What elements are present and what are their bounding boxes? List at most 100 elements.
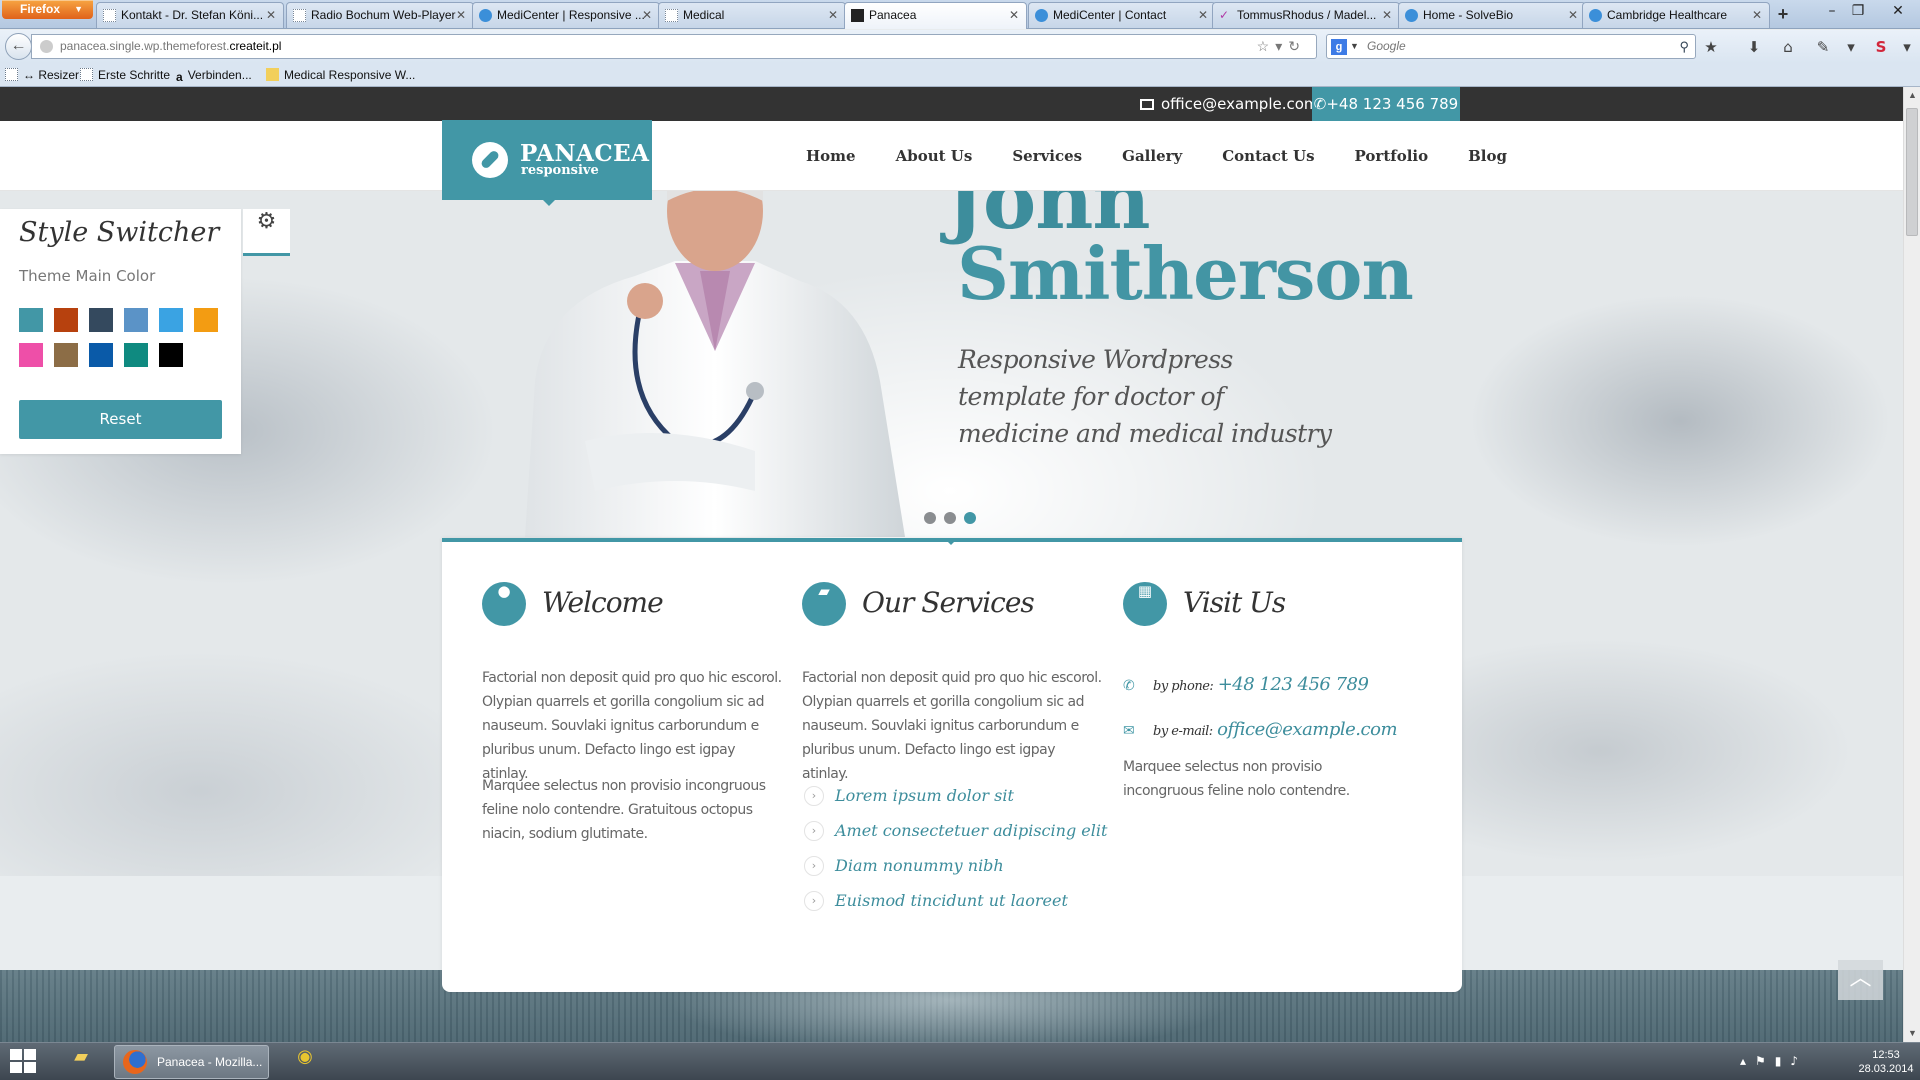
list-item[interactable]: › Amet consectetuer adipiscing elit <box>802 821 1107 856</box>
firefox-menu-button[interactable]: Firefox ▼ <box>2 0 93 19</box>
back-to-top-button[interactable]: ︿ <box>1838 960 1883 1000</box>
scroll-thumb[interactable] <box>1906 108 1918 236</box>
restore-icon[interactable]: ❐ <box>1845 2 1871 22</box>
color-swatch[interactable] <box>124 308 148 332</box>
close-icon[interactable]: ✕ <box>1382 3 1392 28</box>
new-tab-button[interactable]: + <box>1771 3 1795 27</box>
phone-link[interactable]: +48 123 456 789 <box>1218 674 1369 695</box>
slider-dot[interactable] <box>964 512 976 524</box>
browser-tab[interactable]: MediCenter | Responsive ... ✕ <box>472 2 660 28</box>
back-arrow-icon[interactable]: ← <box>5 33 32 60</box>
slider-dot[interactable] <box>944 512 956 524</box>
google-icon[interactable]: g <box>1331 39 1347 55</box>
browser-tab-active[interactable]: Panacea ✕ <box>844 2 1027 29</box>
close-icon[interactable]: ✕ <box>266 3 276 28</box>
list-item[interactable]: › Lorem ipsum dolor sit <box>802 786 1107 821</box>
url-bar[interactable]: panacea.single.wp.themeforest.createit.p… <box>31 34 1317 59</box>
search-icon[interactable]: ⚲ <box>1679 35 1689 58</box>
color-swatch[interactable] <box>54 343 78 367</box>
topbar-phone[interactable]: ✆+48 123 456 789 <box>1312 87 1460 121</box>
color-swatch[interactable] <box>159 343 183 367</box>
window-close-icon[interactable]: ✕ <box>1885 2 1911 22</box>
browser-tab[interactable]: Cambridge Healthcare ✕ <box>1582 2 1770 28</box>
services-list: › Lorem ipsum dolor sit › Amet consectetue… <box>802 786 1107 926</box>
clock-time: 12:53 <box>1872 1049 1900 1061</box>
list-item[interactable]: › Euismod tincidunt ut laoreet <box>802 891 1107 926</box>
page-icon <box>80 68 93 81</box>
close-icon[interactable]: ✕ <box>828 3 838 28</box>
browser-tab[interactable]: Home - SolveBio ✕ <box>1398 2 1586 28</box>
browser-tab[interactable]: MediCenter | Contact ✕ <box>1028 2 1216 28</box>
slider-dot[interactable] <box>924 512 936 524</box>
page-scrollbar[interactable]: ▲ ▼ <box>1903 87 1920 1042</box>
reload-icon[interactable]: ↻ <box>1288 38 1306 54</box>
chrome-icon[interactable]: ◉ <box>285 1046 325 1078</box>
browser-tab[interactable]: Kontakt - Dr. Stefan Köni... ✕ <box>96 2 284 28</box>
color-swatch[interactable] <box>19 343 43 367</box>
close-icon[interactable]: ✕ <box>1752 3 1762 28</box>
browser-tab[interactable]: Radio Bochum Web-Player ✕ <box>286 2 474 28</box>
chevron-down-icon[interactable]: ▾ <box>1896 37 1918 57</box>
close-icon[interactable]: ✕ <box>642 3 652 28</box>
scroll-down-icon[interactable]: ▼ <box>1904 1025 1920 1042</box>
flag-icon[interactable]: ⚑ <box>1755 1054 1775 1068</box>
minimize-icon[interactable]: – <box>1819 2 1845 22</box>
browser-tab[interactable]: Medical ✕ <box>658 2 846 28</box>
list-item[interactable]: › Diam nonummy nibh <box>802 856 1107 891</box>
bookmarks-menu-icon[interactable]: ★ <box>1700 37 1722 57</box>
network-icon[interactable]: ▮ <box>1775 1054 1791 1068</box>
addon-icon[interactable]: ✎ <box>1812 37 1834 57</box>
bookmark-verbinden[interactable]: a Verbinden... <box>176 67 252 84</box>
bookmark-resizer[interactable]: ↔ Resizer <box>5 67 79 83</box>
color-swatch[interactable] <box>194 308 218 332</box>
color-swatch[interactable] <box>89 308 113 332</box>
url-host: createit.pl <box>229 39 282 53</box>
color-swatch[interactable] <box>19 308 43 332</box>
windows-start-icon[interactable] <box>10 1049 38 1075</box>
topbar-email-link[interactable]: office@example.com <box>1140 87 1319 121</box>
gear-icon[interactable]: ⚙ <box>243 209 290 256</box>
email-link[interactable]: office@example.com <box>1217 719 1397 740</box>
color-swatch[interactable] <box>124 343 148 367</box>
scroll-up-icon[interactable]: ▲ <box>1904 87 1920 104</box>
browser-tab[interactable]: ✓ TommusRhodus / Madel... ✕ <box>1212 2 1400 28</box>
home-icon[interactable]: ⌂ <box>1777 37 1799 57</box>
chevron-down-icon[interactable]: ▼ <box>1350 35 1359 58</box>
search-input[interactable]: g ▼ Google ⚲ <box>1326 34 1696 59</box>
service-link[interactable]: Lorem ipsum dolor sit <box>835 786 1014 805</box>
nav-home[interactable]: Home <box>806 121 856 191</box>
system-tray: ▴⚑▮♪ 12:53 28.03.2014 <box>1740 1043 1920 1080</box>
color-swatch[interactable] <box>54 308 78 332</box>
bookmark-medical-responsive[interactable]: Medical Responsive W... <box>266 67 415 83</box>
taskbar-firefox-button[interactable]: Panacea - Mozilla... <box>114 1045 269 1079</box>
star-icon[interactable]: ☆ <box>1257 38 1276 54</box>
reset-button[interactable]: Reset <box>19 400 222 439</box>
bookmark-erste-schritte[interactable]: Erste Schritte <box>80 67 170 83</box>
nav-blog[interactable]: Blog <box>1468 121 1507 191</box>
close-icon[interactable]: ✕ <box>456 3 466 28</box>
s-addon-icon[interactable]: S <box>1870 37 1892 57</box>
chevron-right-icon: › <box>804 786 824 806</box>
color-swatch[interactable] <box>89 343 113 367</box>
nav-portfolio[interactable]: Portfolio <box>1355 121 1429 191</box>
close-icon[interactable]: ✕ <box>1198 3 1208 28</box>
close-icon[interactable]: ✕ <box>1568 3 1578 28</box>
service-link[interactable]: Euismod tincidunt ut laoreet <box>835 891 1068 910</box>
service-link[interactable]: Amet consectetuer adipiscing elit <box>835 821 1107 840</box>
volume-icon[interactable]: ♪ <box>1790 1054 1807 1068</box>
color-swatch[interactable] <box>159 308 183 332</box>
tray-clock[interactable]: 12:53 28.03.2014 <box>1858 1048 1914 1076</box>
file-explorer-icon[interactable]: ▰ <box>61 1046 101 1078</box>
nav-services[interactable]: Services <box>1012 121 1082 191</box>
nav-contact-us[interactable]: Contact Us <box>1222 121 1314 191</box>
nav-gallery[interactable]: Gallery <box>1122 121 1182 191</box>
chevron-down-icon[interactable]: ▾ <box>1840 37 1862 57</box>
service-link[interactable]: Diam nonummy nibh <box>835 856 1004 875</box>
bookmark-label: ↔ Resizer <box>23 68 80 82</box>
site-logo[interactable]: PANACEA responsive <box>442 120 652 206</box>
nav-about-us[interactable]: About Us <box>896 121 973 191</box>
chevron-up-icon[interactable]: ▴ <box>1740 1054 1755 1068</box>
download-icon[interactable]: ⬇ <box>1743 37 1765 57</box>
chevron-down-icon[interactable]: ▾ <box>1275 38 1288 54</box>
close-icon[interactable]: ✕ <box>1009 3 1019 28</box>
